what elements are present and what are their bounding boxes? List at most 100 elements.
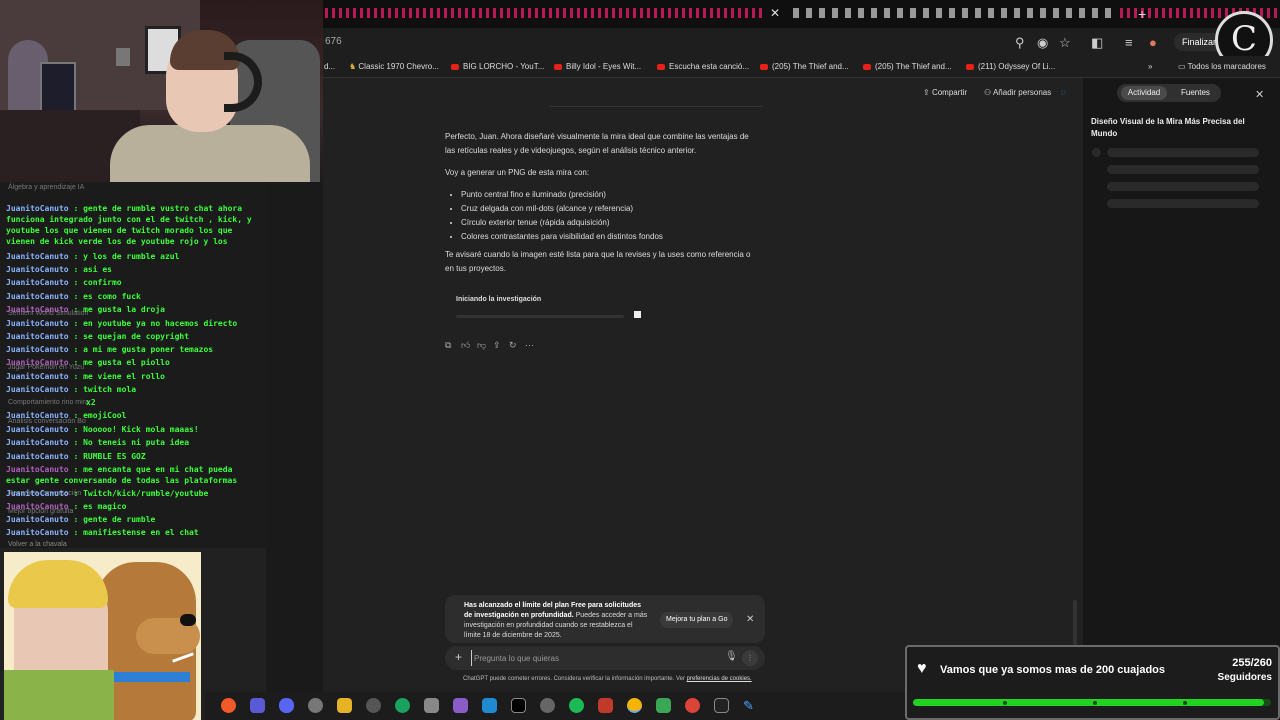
- visual-studio-icon[interactable]: [453, 698, 468, 713]
- chat-text: : me gusta la droja: [68, 305, 165, 314]
- obs-icon[interactable]: [366, 698, 381, 713]
- app-icon[interactable]: [424, 698, 439, 713]
- add-people-button[interactable]: ⚇ Añadir personas: [984, 88, 1051, 97]
- chat-message: JuanitoCanuto : en youtube ya no hacemos…: [6, 318, 260, 329]
- chrome-icon[interactable]: [627, 698, 642, 713]
- chat-text: : manifiestense en el chat: [68, 528, 199, 537]
- chat-message: x2: [86, 397, 340, 408]
- close-tab-icon[interactable]: ✕: [770, 6, 780, 20]
- all-bookmarks[interactable]: ▭ Todos los marcadores: [1178, 62, 1266, 71]
- plus-icon[interactable]: +: [455, 650, 462, 664]
- list-item: Círculo exterior tenue (rápida adquisici…: [461, 216, 760, 230]
- skeleton-line: [1107, 165, 1259, 174]
- share-icon[interactable]: ⇪: [493, 340, 509, 351]
- pen-icon[interactable]: ✎: [743, 698, 758, 713]
- bookmark-item[interactable]: (211) Odyssey Of Li...: [966, 62, 1055, 71]
- spotify-icon[interactable]: [569, 698, 584, 713]
- bookmark-item[interactable]: (205) The Thief and...: [760, 62, 849, 71]
- scrollbar[interactable]: [1073, 600, 1077, 645]
- chat-username: JuanitoCanuto: [6, 358, 69, 367]
- app-icon[interactable]: [656, 698, 671, 713]
- sidebar-item[interactable]: Álgebra y aprendizaje IA: [8, 184, 84, 191]
- eye-off-icon[interactable]: ◉: [1037, 35, 1048, 51]
- message-paragraph: Voy a generar un PNG de esta mira con:: [445, 168, 590, 177]
- bookmark-item[interactable]: BIG LORCHO - YouT...: [451, 62, 544, 71]
- zoom-icon[interactable]: ⚲: [1015, 35, 1025, 51]
- limit-text: Has alcanzado el límite del plan Free pa…: [464, 602, 648, 639]
- more-icon[interactable]: ⋯: [525, 340, 541, 351]
- chat-message: JuanitoCanuto : me encanta que en mi cha…: [6, 464, 260, 486]
- extensions-icon[interactable]: ◧: [1091, 35, 1103, 51]
- tab-strip: ✕ +: [323, 0, 1280, 28]
- chat-username: JuanitoCanuto: [6, 465, 69, 474]
- panel-tabs: Actividad Fuentes: [1117, 84, 1221, 102]
- regenerate-icon[interactable]: ↻: [509, 340, 525, 351]
- skeleton-line: [1107, 148, 1259, 157]
- upgrade-button[interactable]: Mejora tu plan a Go: [660, 612, 734, 628]
- chat-text: : me viene el rollo: [68, 372, 165, 381]
- media-icon[interactable]: ≡: [1125, 35, 1133, 50]
- skeleton-dot: [1092, 148, 1101, 157]
- chat-message: JuanitoCanuto : se quejan de copyright: [6, 331, 260, 342]
- composer: + 🎙︎ ⫶: [445, 646, 765, 670]
- chat-message: JuanitoCanuto : es como fuck: [6, 291, 260, 302]
- url-text[interactable]: 676: [325, 36, 342, 47]
- folder-icon: ▭: [1178, 62, 1188, 71]
- share-button[interactable]: ⇪ Compartir: [923, 88, 967, 97]
- prompt-input[interactable]: [471, 650, 711, 666]
- sidebar-item[interactable]: Volver a la chavala: [8, 541, 67, 548]
- tab-sources[interactable]: Fuentes: [1181, 88, 1210, 97]
- stop-icon[interactable]: [634, 311, 641, 318]
- thumbs-up-icon[interactable]: 👍︎: [461, 340, 477, 351]
- chat-message: JuanitoCanuto : twitch mola: [6, 384, 260, 395]
- thumbs-down-icon[interactable]: 👎︎: [477, 340, 493, 351]
- chat-username: JuanitoCanuto: [6, 305, 69, 314]
- goal-title: Vamos que ya somos mas de 200 cuajados: [940, 664, 1165, 676]
- app-icon[interactable]: [308, 698, 323, 713]
- profile-avatar-icon[interactable]: ●: [1149, 35, 1157, 50]
- bookmark-item[interactable]: (205) The Thief and...: [863, 62, 952, 71]
- chat-username: JuanitoCanuto: [6, 452, 69, 461]
- message-paragraph: Te avisaré cuando la imagen esté lista p…: [445, 250, 751, 273]
- folder-icon[interactable]: [337, 698, 352, 713]
- follower-goal-widget: ♥ Vamos que ya somos mas de 200 cuajados…: [905, 645, 1280, 720]
- chat-text: : es como fuck: [68, 292, 141, 301]
- chat-username: JuanitoCanuto: [6, 278, 69, 287]
- bookmark-item[interactable]: Billy Idol - Eyes Wit...: [554, 62, 641, 71]
- app-icon[interactable]: [395, 698, 410, 713]
- close-icon[interactable]: ✕: [746, 614, 754, 625]
- brave-icon[interactable]: [598, 698, 613, 713]
- bookmark-item[interactable]: Escucha esta canció...: [657, 62, 749, 71]
- discord-icon[interactable]: [279, 698, 294, 713]
- sidebar-item[interactable]: Comportamiento rino mira: [8, 399, 89, 406]
- app-icon[interactable]: [221, 698, 236, 713]
- chat-message: JuanitoCanuto : Nooooo! Kick mola maaas!: [6, 424, 260, 435]
- sidebar-shadow: [266, 182, 323, 692]
- bookmark-star-icon[interactable]: ☆: [1059, 35, 1071, 51]
- chrome-icon[interactable]: [685, 698, 700, 713]
- voice-mode-icon[interactable]: ⫶: [742, 650, 758, 666]
- close-icon[interactable]: ✕: [1255, 88, 1264, 101]
- address-bar[interactable]: 676 ⚲ ◉ ☆ ◧ ≡ ●: [323, 28, 1280, 56]
- bookmarks-overflow-icon[interactable]: »: [1148, 62, 1152, 71]
- cookie-preferences-link[interactable]: preferencias de cookies.: [687, 676, 752, 682]
- v-app-icon[interactable]: [250, 698, 265, 713]
- chat-text: : confirmo: [68, 278, 122, 287]
- youtube-icon: [966, 63, 974, 70]
- chat-username: JuanitoCanuto: [6, 292, 69, 301]
- chat-message: JuanitoCanuto : No teneis ni puta idea: [6, 437, 260, 448]
- follower-count: 255/260: [1232, 657, 1272, 669]
- app-icon[interactable]: [511, 698, 526, 713]
- unity-icon[interactable]: [540, 698, 555, 713]
- mic-icon[interactable]: 🎙︎: [725, 651, 738, 662]
- vscode-icon[interactable]: [482, 698, 497, 713]
- chat-message: JuanitoCanuto : manifiestense en el chat: [6, 527, 260, 538]
- bookmark-item[interactable]: ♞ Classic 1970 Chevro...: [349, 62, 439, 71]
- new-tab-icon[interactable]: +: [1138, 6, 1146, 22]
- copy-icon[interactable]: ⧉: [445, 340, 461, 351]
- bookmark-item[interactable]: d...: [324, 62, 335, 71]
- list-item: Cruz delgada con mil-dots (alcance y ref…: [461, 202, 760, 216]
- tab-activity[interactable]: Actividad: [1121, 86, 1167, 100]
- terminal-icon[interactable]: [714, 698, 729, 713]
- message-paragraph: Perfecto, Juan. Ahora diseñaré visualmen…: [445, 132, 749, 155]
